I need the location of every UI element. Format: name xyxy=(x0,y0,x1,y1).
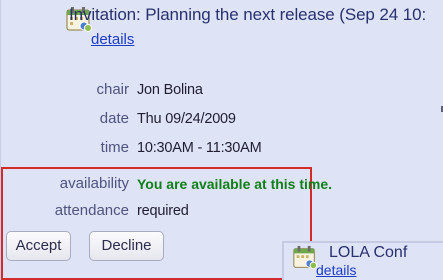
second-invitation-card: LOLA Conf details xyxy=(282,241,443,280)
details-link[interactable]: details xyxy=(91,31,134,48)
chair-value: Jon Bolina xyxy=(137,82,203,98)
availability-label: availability xyxy=(59,175,129,192)
second-details-link[interactable]: details xyxy=(316,262,356,278)
attendance-value: required xyxy=(137,203,189,219)
invitation-card: Invitation: Planning the next release (S… xyxy=(0,0,443,280)
second-event-title: LOLA Conf xyxy=(329,244,408,261)
attendance-label: attendance xyxy=(54,202,129,219)
chair-label: chair xyxy=(96,81,129,98)
date-value: Thu 09/24/2009 xyxy=(137,111,236,127)
decline-button[interactable]: Decline xyxy=(89,231,164,261)
time-value: 10:30AM - 11:30AM xyxy=(137,140,262,156)
date-label: date xyxy=(99,110,129,127)
availability-status: You are available at this time. xyxy=(137,176,333,192)
time-label: time xyxy=(100,139,129,156)
calendar-icon xyxy=(293,245,318,270)
event-title: Invitation: Planning the next release (S… xyxy=(69,5,427,24)
accept-button[interactable]: Accept xyxy=(6,231,71,261)
